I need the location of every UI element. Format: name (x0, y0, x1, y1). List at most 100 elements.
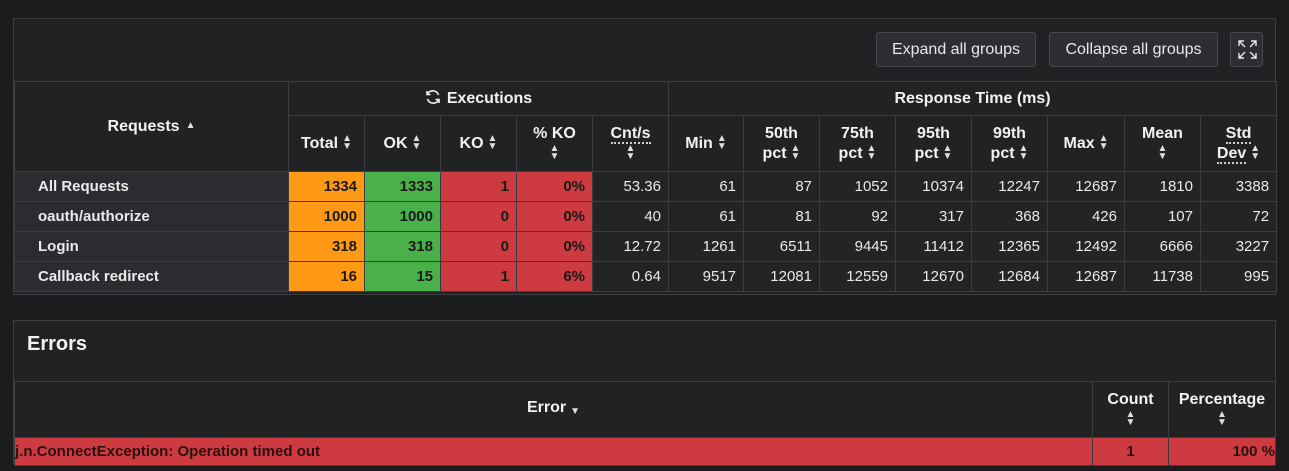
request-name[interactable]: Callback redirect (14, 261, 289, 292)
std-dev-cell: 3388 (1199, 171, 1278, 202)
p99-cell: 12247 (971, 171, 1048, 202)
p50-cell: 6511 (743, 231, 820, 262)
total-cell: 16 (288, 261, 365, 292)
p75-header-label: 75th (841, 124, 874, 142)
sort-icon: ▲ ▼ (942, 143, 953, 163)
mean-cell: 11738 (1124, 261, 1201, 292)
min-cell: 9517 (668, 261, 744, 292)
sort-icon: ▲ ▼ (790, 143, 801, 163)
request-name[interactable]: All Requests (14, 171, 289, 202)
std-dev-cell: 995 (1199, 261, 1278, 292)
sort-icon: ▲ ▼ (1125, 409, 1136, 429)
p95-cell: 10374 (895, 171, 972, 202)
sort-icon: ▲ ▼ (866, 143, 877, 163)
cnt-s-column-header[interactable]: Cnt/s ▲ ▼ (592, 115, 669, 172)
p75-cell: 92 (819, 201, 896, 232)
p50-cell: 12081 (743, 261, 820, 292)
p99-column-header[interactable]: 99th pct ▲ ▼ (971, 115, 1048, 172)
pct-ko-cell: 6% (516, 261, 593, 292)
p75-cell: 9445 (819, 231, 896, 262)
min-cell: 61 (668, 171, 744, 202)
errors-title: Errors (27, 333, 88, 355)
error-message: j.n.ConnectException: Operation timed ou… (14, 437, 1093, 466)
table-row[interactable]: All Requests 1334 1333 1 0% 53.36 61 87 … (14, 171, 1278, 202)
sort-icon: ▲ ▼ (1250, 143, 1261, 163)
p99-cell: 12684 (971, 261, 1048, 292)
statistics-table: Requests ▲ Executions Response Time (ms) … (14, 81, 1278, 292)
mean-header-label: Mean (1142, 124, 1183, 142)
p99-cell: 12365 (971, 231, 1048, 262)
p50-header-sublabel: pct (762, 144, 787, 162)
table-row[interactable]: Login 318 318 0 0% 12.72 1261 6511 9445 … (14, 231, 1278, 262)
max-cell: 12687 (1047, 261, 1125, 292)
response-time-group-header: Response Time (ms) (667, 81, 1278, 116)
std-dev-cell: 72 (1199, 201, 1278, 232)
min-cell: 61 (668, 201, 744, 232)
ok-column-header[interactable]: OK ▲ ▼ (364, 115, 441, 172)
max-cell: 12687 (1047, 171, 1125, 202)
total-column-header[interactable]: Total ▲ ▼ (288, 115, 365, 172)
ko-column-header[interactable]: KO ▲ ▼ (440, 115, 517, 172)
executions-header-label: Executions (446, 90, 533, 107)
expand-all-groups-button[interactable]: Expand all groups (876, 32, 1036, 67)
p75-cell: 12559 (819, 261, 896, 292)
std-dev-cell: 3227 (1199, 231, 1278, 262)
total-cell: 318 (288, 231, 365, 262)
pct-ko-cell: 0% (516, 231, 593, 262)
count-column-header[interactable]: Count ▲ ▼ (1092, 381, 1169, 438)
std-dev-column-header[interactable]: Std Dev ▲ ▼ (1199, 115, 1278, 172)
ko-cell: 1 (440, 261, 517, 292)
ko-cell: 0 (440, 231, 517, 262)
error-row[interactable]: j.n.ConnectException: Operation timed ou… (14, 437, 1276, 466)
pct-ko-cell: 0% (516, 201, 593, 232)
p99-header-label: 99th (993, 124, 1026, 142)
std-dev-header-label: Std (1225, 124, 1252, 144)
p50-column-header[interactable]: 50th pct ▲ ▼ (743, 115, 820, 172)
min-column-header[interactable]: Min ▲ ▼ (668, 115, 744, 172)
ok-header-label: OK (383, 134, 408, 152)
requests-column-header[interactable]: Requests ▲ (14, 81, 289, 172)
statistics-toolbar: Expand all groups Collapse all groups (14, 19, 1275, 82)
cnt-s-cell: 0.64 (592, 261, 669, 292)
error-count: 1 (1092, 437, 1169, 466)
fullscreen-button[interactable] (1230, 32, 1263, 67)
min-header-label: Min (685, 134, 713, 152)
ok-cell: 318 (364, 231, 441, 262)
p95-column-header[interactable]: 95th pct ▲ ▼ (895, 115, 972, 172)
error-column-header[interactable]: Error ▼ (14, 381, 1093, 438)
max-cell: 426 (1047, 201, 1125, 232)
sort-ascending-icon: ▲ (185, 119, 196, 131)
percentage-column-header[interactable]: Percentage ▲ ▼ (1168, 381, 1276, 438)
ok-cell: 1000 (364, 201, 441, 232)
max-column-header[interactable]: Max ▲ ▼ (1047, 115, 1125, 172)
sort-icon: ▲ ▼ (1157, 143, 1168, 163)
std-dev-header-sublabel: Dev (1216, 144, 1247, 164)
sort-icon: ▲ ▼ (625, 143, 636, 163)
ko-header-label: KO (459, 134, 484, 152)
pct-ko-column-header[interactable]: % KO ▲ ▼ (516, 115, 593, 172)
pct-ko-header-label: % KO (533, 124, 576, 142)
sort-icon: ▲ ▼ (716, 133, 727, 153)
errors-panel: Errors Error ▼ Count ▲ ▼ Percentage ▲ ▼ j.n.C… (13, 320, 1276, 466)
table-row[interactable]: oauth/authorize 1000 1000 0 0% 40 61 81 … (14, 201, 1278, 232)
ko-cell: 1 (440, 171, 517, 202)
total-cell: 1000 (288, 201, 365, 232)
collapse-all-groups-button[interactable]: Collapse all groups (1049, 32, 1218, 67)
sort-icon: ▲ ▼ (342, 133, 352, 153)
p75-column-header[interactable]: 75th pct ▲ ▼ (819, 115, 896, 172)
request-name[interactable]: oauth/authorize (14, 201, 289, 232)
max-cell: 12492 (1047, 231, 1125, 262)
statistics-panel: Expand all groups Collapse all groups Re… (13, 18, 1278, 295)
ok-cell: 1333 (364, 171, 441, 202)
p50-cell: 87 (743, 171, 820, 202)
executions-group-header: Executions (288, 81, 669, 116)
mean-cell: 107 (1124, 201, 1201, 232)
table-row[interactable]: Callback redirect 16 15 1 6% 0.64 9517 1… (14, 261, 1278, 292)
request-name[interactable]: Login (14, 231, 289, 262)
sort-icon: ▲ ▼ (1217, 409, 1227, 429)
p95-cell: 11412 (895, 231, 972, 262)
errors-table: Error ▼ Count ▲ ▼ Percentage ▲ ▼ j.n.ConnectE… (14, 381, 1276, 466)
mean-column-header[interactable]: Mean ▲ ▼ (1124, 115, 1201, 172)
sort-icon: ▲ ▼ (1018, 143, 1029, 163)
error-percentage: 100 % (1168, 437, 1276, 466)
